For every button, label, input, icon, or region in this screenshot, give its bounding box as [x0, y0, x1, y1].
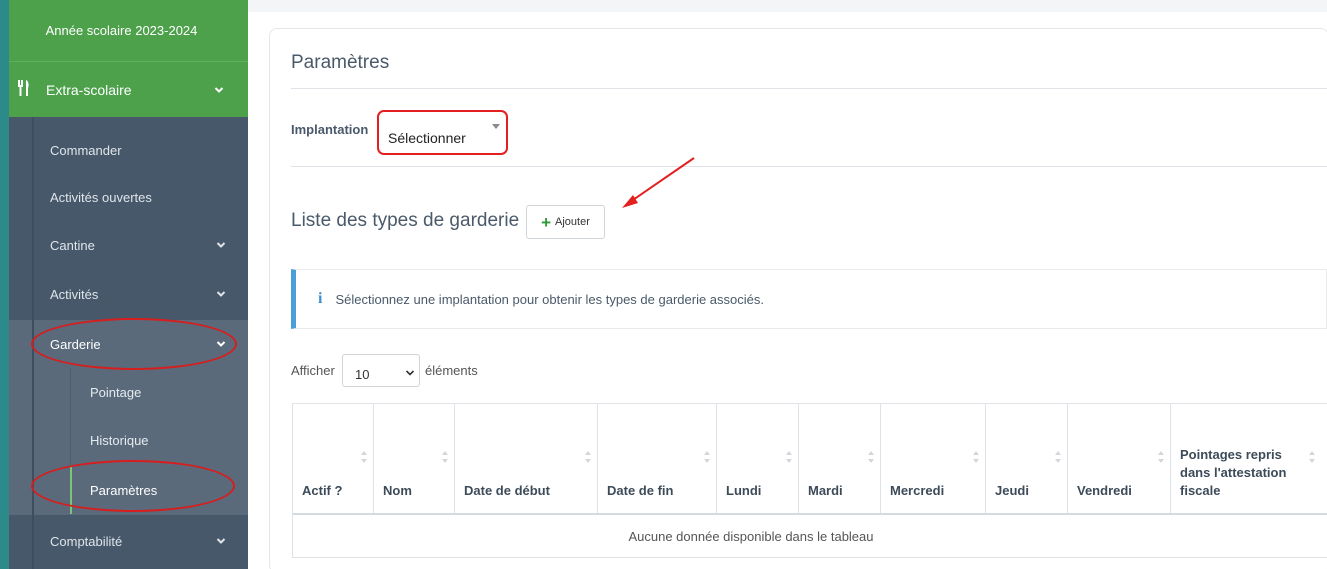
implantation-select[interactable]: Sélectionner [377, 110, 508, 155]
sidebar-subitem-pointage[interactable]: Pointage [9, 368, 248, 416]
column-header-label: Mercredi [890, 483, 945, 498]
page-length-select[interactable]: 10 [342, 354, 420, 387]
column-header-mardi[interactable]: Mardi [799, 404, 881, 514]
sidebar-item-label: Comptabilité [50, 533, 123, 549]
info-alert: i Sélectionnez une implantation pour obt… [291, 269, 1327, 329]
sort-icon [361, 451, 367, 463]
sidebar-item-activites-ouvertes[interactable]: Activités ouvertes [9, 173, 248, 221]
table-empty-row: Aucune donnée disponible dans le tableau [628, 529, 874, 544]
sort-icon [1158, 451, 1164, 463]
sidebar-section-extra-scolaire[interactable]: Extra-scolaire [9, 61, 248, 117]
sort-icon [1055, 451, 1061, 463]
sort-icon [868, 451, 874, 463]
column-header-label: Nom [383, 483, 412, 498]
add-button-label: Ajouter [555, 216, 590, 228]
sidebar-item-label: Activités [50, 286, 99, 302]
column-header-lundi[interactable]: Lundi [717, 404, 799, 514]
column-header-pointages-repris[interactable]: Pointages repris dans l'attestation fisc… [1171, 404, 1327, 514]
add-button[interactable]: + Ajouter [526, 205, 605, 239]
annotation-ellipse [31, 318, 237, 370]
main-top-band [248, 0, 1327, 12]
divider [291, 88, 1327, 89]
column-header-vendredi[interactable]: Vendredi [1068, 404, 1171, 514]
sidebar-item-label: Activités ouvertes [50, 189, 152, 205]
sidebar-section-label: Extra-scolaire [46, 81, 132, 98]
sidebar-item-cantine[interactable]: Cantine [9, 221, 248, 269]
annotation-ellipse [31, 460, 235, 512]
sidebar-item-commander[interactable]: Commander [9, 126, 248, 174]
garderie-types-table: Actif ? Nom Date de début Date de fin Lu… [292, 403, 1327, 558]
fork-knife-icon [9, 79, 39, 100]
column-header-label: Lundi [726, 483, 762, 498]
column-header-actif[interactable]: Actif ? [293, 404, 374, 514]
implantation-select-value: Sélectionner [388, 130, 466, 146]
list-title: Liste des types de garderie [291, 210, 520, 231]
chevron-down-icon [216, 538, 226, 544]
page-length-value: 10 [355, 367, 370, 382]
sidebar-item-label: Commander [50, 142, 122, 158]
column-header-label: Date de fin [607, 483, 674, 498]
info-icon: i [318, 290, 323, 307]
column-header-label: Mardi [808, 483, 843, 498]
sidebar-subitem-label: Historique [90, 432, 149, 448]
column-header-mercredi[interactable]: Mercredi [881, 404, 986, 514]
sidebar-subitem-historique[interactable]: Historique [9, 416, 248, 464]
column-header-jeudi[interactable]: Jeudi [986, 404, 1068, 514]
sort-icon [442, 451, 448, 463]
column-header-date-fin[interactable]: Date de fin [598, 404, 717, 514]
sort-icon [1309, 451, 1315, 463]
caret-down-icon [492, 124, 500, 129]
column-header-label: Pointages repris dans l'attestation fisc… [1180, 447, 1287, 498]
chevron-down-icon [405, 370, 415, 376]
info-text: Sélectionnez une implantation pour obten… [335, 291, 764, 307]
column-header-nom[interactable]: Nom [374, 404, 455, 514]
sidebar-item-label: Cantine [50, 237, 95, 253]
chevron-down-icon [216, 242, 226, 248]
implantation-label: Implantation [291, 122, 369, 137]
sidebar-item-comptabilite[interactable]: Comptabilité [9, 517, 248, 565]
column-header-label: Vendredi [1077, 483, 1132, 498]
sidebar-subitem-label: Pointage [90, 384, 142, 400]
sort-icon [786, 451, 792, 463]
page-title: Paramètres [291, 52, 390, 73]
annotation-arrow-icon [622, 157, 695, 208]
sort-icon [585, 451, 591, 463]
chevron-down-icon [214, 86, 224, 93]
chevron-down-icon [216, 291, 226, 297]
plus-icon: + [541, 212, 552, 232]
show-label: Afficher [291, 363, 335, 378]
school-year-label: Année scolaire 2023-2024 [9, 0, 248, 61]
divider [291, 166, 1327, 167]
sort-icon [704, 451, 710, 463]
sort-icon [973, 451, 979, 463]
sidebar-item-activites[interactable]: Activités [9, 270, 248, 318]
column-header-date-debut[interactable]: Date de début [455, 404, 598, 514]
column-header-label: Jeudi [995, 483, 1029, 498]
column-header-label: Date de début [464, 483, 550, 498]
show-suffix: éléments [425, 363, 478, 378]
column-header-label: Actif ? [302, 483, 343, 498]
